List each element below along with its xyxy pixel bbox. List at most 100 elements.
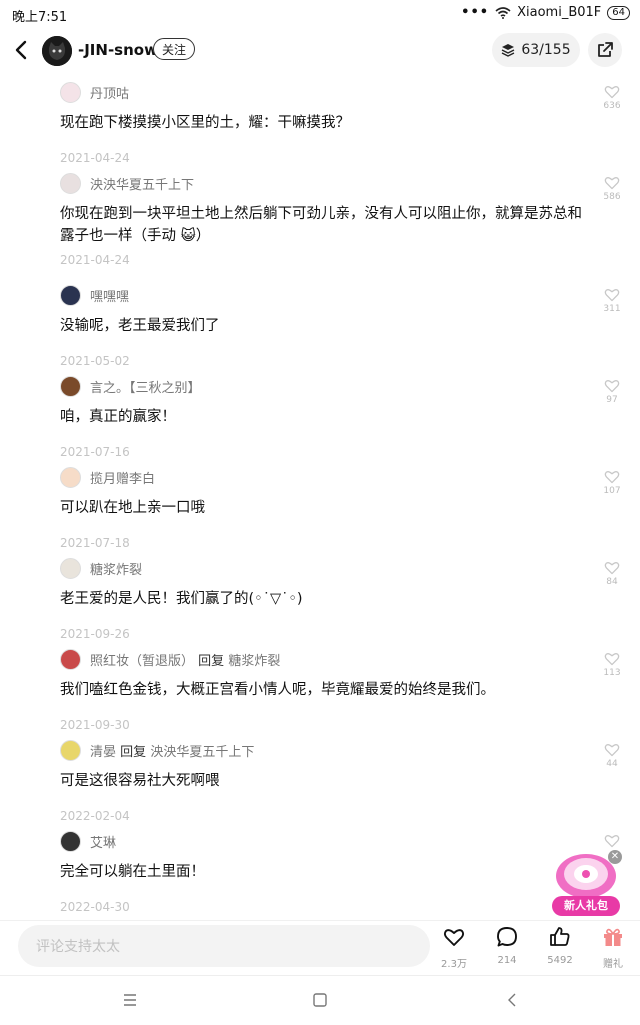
share-button[interactable]	[588, 33, 622, 67]
thumbs-up-count: 5492	[547, 955, 573, 966]
comment-date: 2021-04-24	[60, 253, 130, 267]
system-nav-bar	[0, 975, 640, 1025]
back-arrow-icon[interactable]	[10, 38, 34, 62]
comment-date: 2021-07-18	[60, 536, 130, 550]
comment-item: 丹顶咕现在跑下楼摸摸小区里的土，耀：干嘛摸我？ 2021-04-24 636	[0, 78, 640, 169]
heart-icon	[604, 380, 620, 393]
reply-target[interactable]: 泱泱华夏五千上下	[150, 745, 254, 760]
heart-icon	[604, 471, 620, 484]
commenter-name[interactable]: 糖浆炸裂	[90, 563, 142, 578]
comment-button[interactable]: 214	[487, 925, 527, 966]
comment-item: 揽月赠李白可以趴在地上亲一口哦 2021-07-18 107	[0, 463, 640, 554]
comment-text[interactable]: 我们嗑红色金钱，大概正宫看小情人呢，毕竟耀最爱的始终是我们。	[60, 679, 585, 701]
comment-like-button[interactable]: 84	[600, 559, 624, 587]
commenter-avatar[interactable]	[60, 82, 81, 103]
comment-bubble-icon	[497, 927, 517, 947]
comment-input[interactable]	[34, 925, 418, 969]
comment-like-button[interactable]	[600, 832, 624, 850]
heart-icon	[604, 562, 620, 575]
comment-like-button[interactable]: 113	[600, 650, 624, 678]
menu-icon[interactable]	[120, 990, 140, 1010]
comment-like-button[interactable]: 636	[600, 83, 624, 111]
commenter-name[interactable]: 言之。【三秋之别】	[90, 381, 201, 396]
comment-like-button[interactable]: 44	[600, 741, 624, 769]
bottom-action-bar: 2.3万 214 5492 赠礼	[0, 920, 640, 975]
comment-text[interactable]: 可以趴在地上亲一口哦	[60, 497, 585, 519]
back-triangle-icon[interactable]	[502, 990, 522, 1010]
thumbs-up-icon	[550, 927, 570, 946]
gift-button[interactable]: 赠礼	[593, 925, 633, 970]
comment-like-button[interactable]: 107	[600, 468, 624, 496]
comment-like-count: 636	[603, 101, 621, 111]
comment-like-count: 84	[606, 577, 618, 587]
commenter-name-row: 丹顶咕	[90, 83, 129, 102]
status-bar: 晚上7:51 ••• Xiaomi_B01F 64	[0, 0, 640, 28]
heart-icon	[604, 86, 620, 99]
commenter-name[interactable]: 丹顶咕	[90, 87, 129, 102]
thumbs-up-button[interactable]: 5492	[540, 925, 580, 966]
like-button[interactable]: 2.3万	[434, 925, 474, 970]
commenter-name[interactable]: 揽月赠李白	[90, 472, 155, 487]
commenter-name[interactable]: 泱泱华夏五千上下	[90, 178, 194, 193]
commenter-avatar[interactable]	[60, 173, 81, 194]
layers-icon	[502, 44, 515, 57]
battery-indicator: 64	[607, 5, 630, 20]
heart-icon	[604, 835, 620, 848]
comment-like-button[interactable]: 586	[600, 174, 624, 202]
comment-item: 糖浆炸裂 老王爱的是人民！我们赢了的(◦˙▽˙◦) 2021-09-26 84	[0, 554, 640, 645]
comment-like-button[interactable]: 311	[600, 286, 624, 314]
comment-date: 2021-04-24	[60, 151, 130, 165]
comment-like-count: 586	[603, 192, 621, 202]
commenter-avatar[interactable]	[60, 376, 81, 397]
commenter-avatar[interactable]	[60, 831, 81, 852]
heart-icon	[443, 929, 465, 946]
follow-button[interactable]: 关注	[153, 38, 196, 60]
comment-text[interactable]: 可是这很容易社大死啊喂	[60, 770, 585, 792]
comment-like-count: 311	[603, 304, 621, 314]
status-dots: •••	[461, 5, 490, 20]
comment-input-wrapper[interactable]	[18, 925, 430, 969]
chapter-counter-button[interactable]: 63/155	[492, 33, 580, 67]
author-name[interactable]: -JIN-snow	[78, 41, 158, 59]
gift-icon	[604, 928, 622, 946]
commenter-avatar[interactable]	[60, 558, 81, 579]
comment-text[interactable]: 现在跑下楼摸摸小区里的土，耀：干嘛摸我？	[60, 112, 585, 134]
commenter-avatar[interactable]	[60, 285, 81, 306]
close-icon[interactable]: ✕	[608, 850, 622, 864]
comment-count: 214	[497, 955, 517, 966]
top-nav: -JIN-snow 关注 63/155	[0, 30, 640, 72]
like-count: 2.3万	[441, 959, 467, 970]
comment-like-button[interactable]: 97	[600, 377, 624, 405]
commenter-name-row: 嘿嘿嘿	[90, 286, 129, 305]
home-icon[interactable]	[310, 990, 330, 1010]
comment-text[interactable]: 老王爱的是人民！我们赢了的(◦˙▽˙◦)	[60, 588, 585, 610]
author-avatar[interactable]	[42, 36, 72, 66]
comment-text[interactable]: 完全可以躺在土里面！	[60, 861, 585, 883]
reply-target[interactable]: 糖浆炸裂	[228, 654, 280, 669]
commenter-name-row: 糖浆炸裂	[90, 559, 142, 578]
commenter-avatar[interactable]	[60, 649, 81, 670]
chapter-counter: 63/155	[521, 42, 571, 58]
comment-item: 艾琳 完全可以躺在土里面！ 2022-04-30	[0, 827, 640, 918]
new-user-gift-promo[interactable]: 新人礼包 ✕	[552, 850, 622, 920]
share-icon	[598, 42, 613, 57]
heart-icon	[604, 653, 620, 666]
comment-text[interactable]: 没输呢，老王最爱我们了	[60, 315, 585, 337]
comment-text[interactable]: 咱，真正的赢家！	[60, 406, 585, 428]
commenter-avatar[interactable]	[60, 467, 81, 488]
comment-date: 2022-02-04	[60, 809, 130, 823]
heart-icon	[604, 177, 620, 190]
commenter-avatar[interactable]	[60, 740, 81, 761]
commenter-name[interactable]: 清晏	[90, 745, 116, 760]
comment-text[interactable]: 你现在跑到一块平坦土地上然后躺下可劲儿亲，没有人可以阻止你，就算是苏总和露子也一…	[60, 203, 585, 247]
commenter-name-row: 艾琳	[90, 832, 116, 851]
comment-like-count: 113	[603, 668, 621, 678]
commenter-name-row: 照红妆（暂退版） 回复 糖浆炸裂	[90, 650, 280, 669]
commenter-name[interactable]: 照红妆（暂退版）	[90, 654, 194, 669]
comment-like-count: 44	[606, 759, 618, 769]
gift-promo-label: 新人礼包	[552, 896, 620, 916]
gift-label: 赠礼	[603, 959, 623, 970]
commenter-name[interactable]: 艾琳	[90, 836, 116, 851]
commenter-name[interactable]: 嘿嘿嘿	[90, 290, 129, 305]
comment-like-count: 97	[606, 395, 618, 405]
